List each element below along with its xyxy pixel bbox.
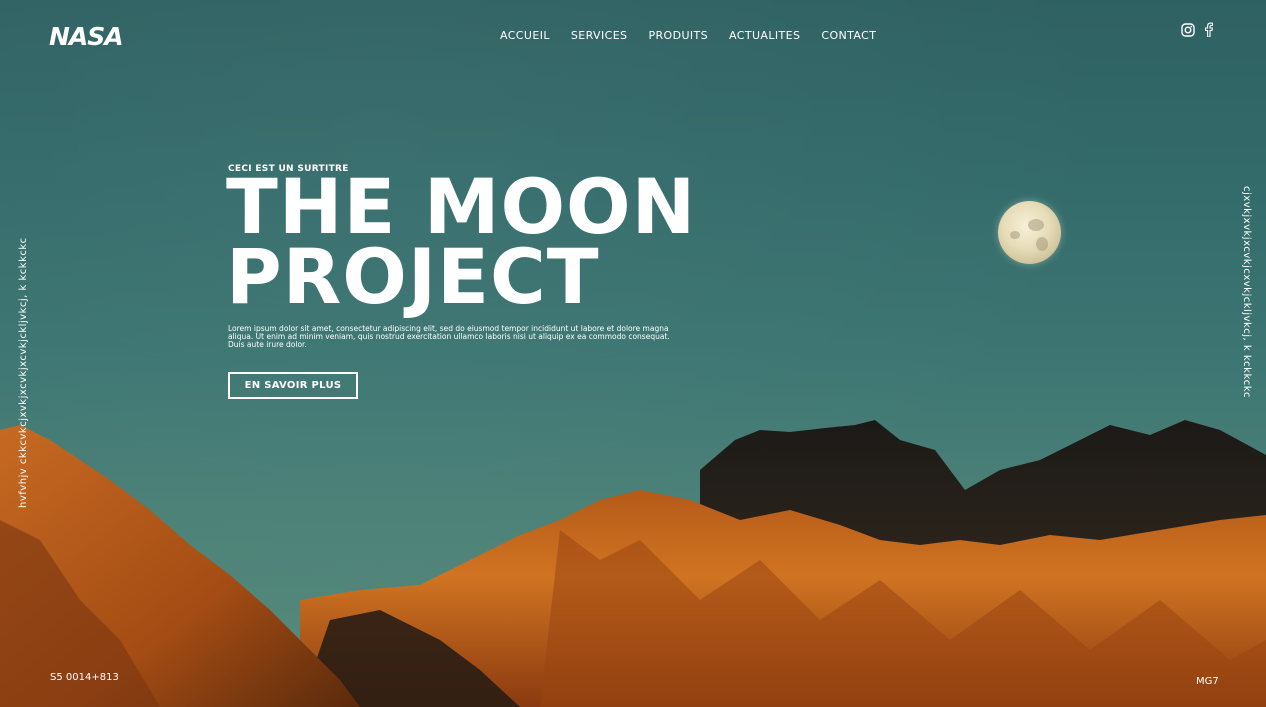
side-text-right: cjxvkjxvkjxcvkjcxvkjckljvkcj, k kckkckc	[1241, 186, 1252, 399]
learn-more-button[interactable]: EN SAVOIR PLUS	[228, 372, 358, 399]
coordinates-label: S5 0014+813	[50, 672, 119, 683]
hero-title-line2: PROJECT	[226, 232, 600, 321]
main-nav: ACCUEIL SERVICES PRODUITS ACTUALITES CON…	[500, 29, 876, 42]
hero-title: THE MOON PROJECT	[226, 169, 696, 321]
facebook-icon[interactable]	[1204, 22, 1213, 42]
nav-item-produits[interactable]: PRODUITS	[648, 29, 708, 42]
moon-image	[998, 201, 1061, 264]
nav-item-actualites[interactable]: ACTUALITES	[729, 29, 800, 42]
hero-description: Lorem ipsum dolor sit amet, consectetur …	[228, 324, 670, 349]
nav-item-accueil[interactable]: ACCUEIL	[500, 29, 550, 42]
side-text-left: hvfvhjv ckkcvkcjxvkjxcvkjxcvkjckljvkcj, …	[18, 237, 29, 508]
nav-item-services[interactable]: SERVICES	[571, 29, 628, 42]
nasa-logo[interactable]: NASA	[49, 22, 124, 51]
nav-item-contact[interactable]: CONTACT	[821, 29, 876, 42]
hero-section: NASA ACCUEIL SERVICES PRODUITS ACTUALITE…	[0, 0, 1266, 707]
social-links	[1181, 22, 1213, 42]
mountain-landscape	[0, 420, 1266, 707]
instagram-icon[interactable]	[1181, 22, 1195, 42]
code-label: MG7	[1196, 676, 1219, 687]
